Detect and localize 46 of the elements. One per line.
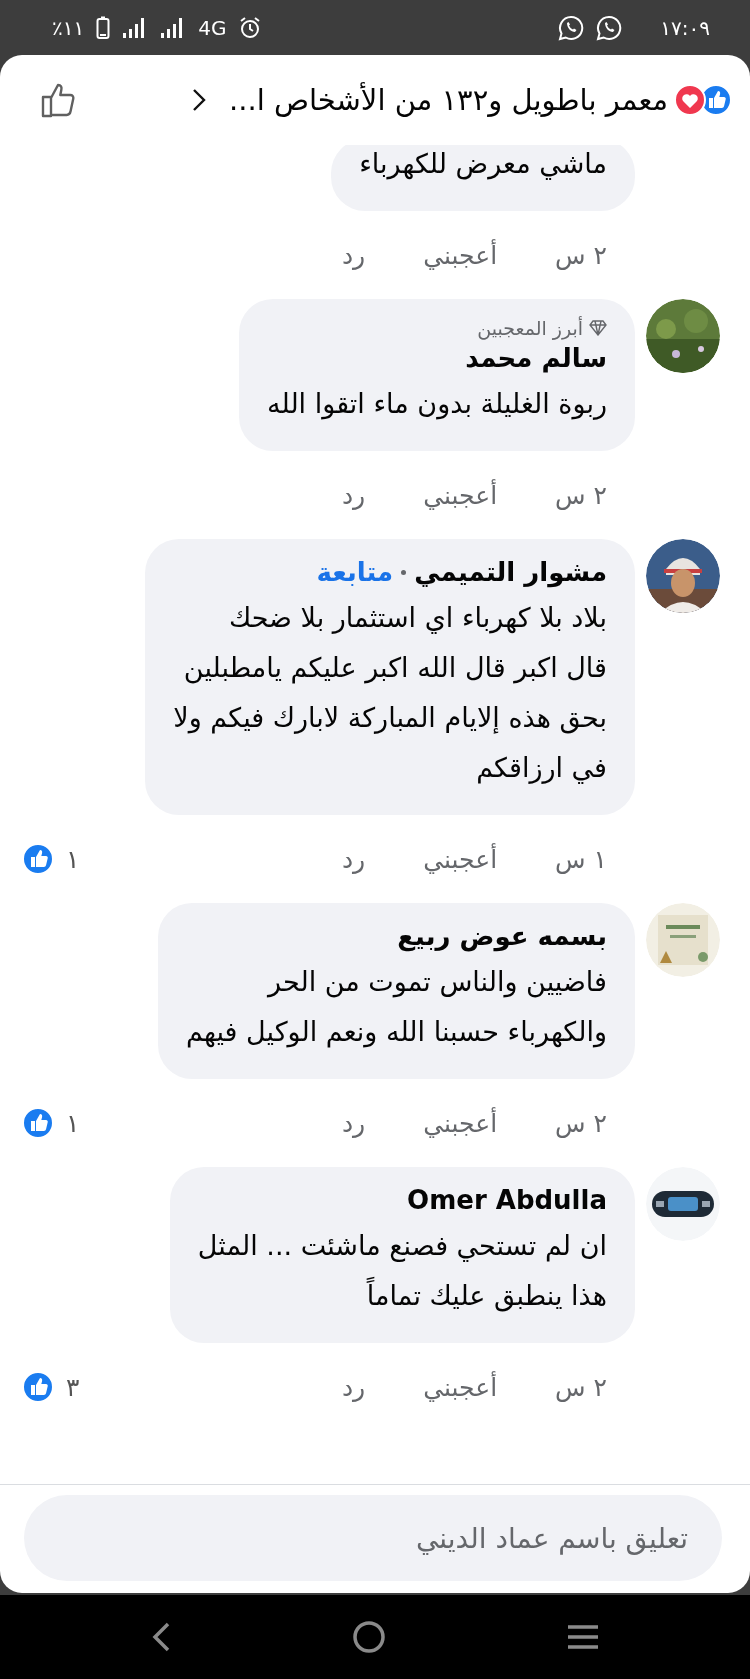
follow-link[interactable]: متابعة: [316, 557, 394, 587]
like-link[interactable]: أعجبني: [423, 240, 498, 270]
comment-text: ربوة الغليلة بدون ماء اتقوا الله: [266, 387, 607, 422]
comment-time: ٢ س: [555, 480, 607, 510]
comment-text: ان لم تستحي فصنع ماشئت ... المثل هذا ينطبق عليك تماماً: [197, 1229, 607, 1314]
comment-text: بلاد بلا كهرباء اي استثمار بلا ضحك قال اكبر قال الله اكبر عليكم يامطبلين بحق هذه إلايام المباركة لابارك فيكم ولا في ارزاقكم: [173, 601, 607, 786]
back-icon[interactable]: [150, 1621, 172, 1653]
like-link[interactable]: أعجبني: [423, 480, 498, 510]
like-icon: [22, 1107, 54, 1139]
like-count: ١: [66, 844, 80, 874]
reactions-title[interactable]: معمر باطويل و١٣٢ من الأشخاص ا...: [229, 83, 668, 117]
home-icon[interactable]: [352, 1620, 386, 1654]
comment-time: ٢ س: [555, 240, 607, 270]
clock: ١٧:٠٩: [660, 15, 710, 40]
chat-icon: [558, 14, 585, 41]
comment-time: ١ س: [555, 844, 607, 874]
comment-input[interactable]: تعليق باسم عماد الديني: [24, 1495, 722, 1581]
commenter-name[interactable]: بسمه عوض ربيع: [397, 921, 607, 951]
dot-icon: [401, 569, 407, 575]
like-icon: [22, 1371, 54, 1403]
commenter-name[interactable]: مشوار التميمي: [414, 557, 607, 587]
comment-time: ٢ س: [555, 1108, 607, 1138]
comment-time: ٢ س: [555, 1372, 607, 1402]
comment-text: ماشي معرض للكهرباء: [359, 147, 607, 182]
like-count: ٣: [66, 1372, 80, 1402]
commenter-name[interactable]: سالم محمد: [465, 343, 607, 373]
network-type: 4G: [198, 15, 227, 40]
like-link[interactable]: أعجبني: [423, 1108, 498, 1138]
commenter-name[interactable]: Omer Abdulla: [407, 1185, 607, 1215]
top-fan-label: أبرز المعجبين: [477, 317, 583, 339]
reply-link[interactable]: رد: [341, 1108, 366, 1138]
reply-link[interactable]: رد: [341, 480, 366, 510]
like-count: ١: [66, 1108, 80, 1138]
chat-icon: [596, 14, 623, 41]
reply-link[interactable]: رد: [341, 240, 366, 270]
battery-percent: ٪١١: [52, 15, 85, 40]
reply-link[interactable]: رد: [341, 844, 366, 874]
diamond-icon: [589, 320, 607, 336]
like-icon: [22, 843, 54, 875]
reply-link[interactable]: رد: [341, 1372, 366, 1402]
chevron-icon[interactable]: [191, 87, 207, 113]
battery-icon: [96, 15, 111, 40]
like-link[interactable]: أعجبني: [423, 844, 498, 874]
comment-text: فاضيين والناس تموت من الحر والكهرباء حسبنا الله ونعم الوكيل فيهم: [186, 965, 607, 1050]
menu-icon[interactable]: [566, 1623, 600, 1651]
like-link[interactable]: أعجبني: [423, 1372, 498, 1402]
